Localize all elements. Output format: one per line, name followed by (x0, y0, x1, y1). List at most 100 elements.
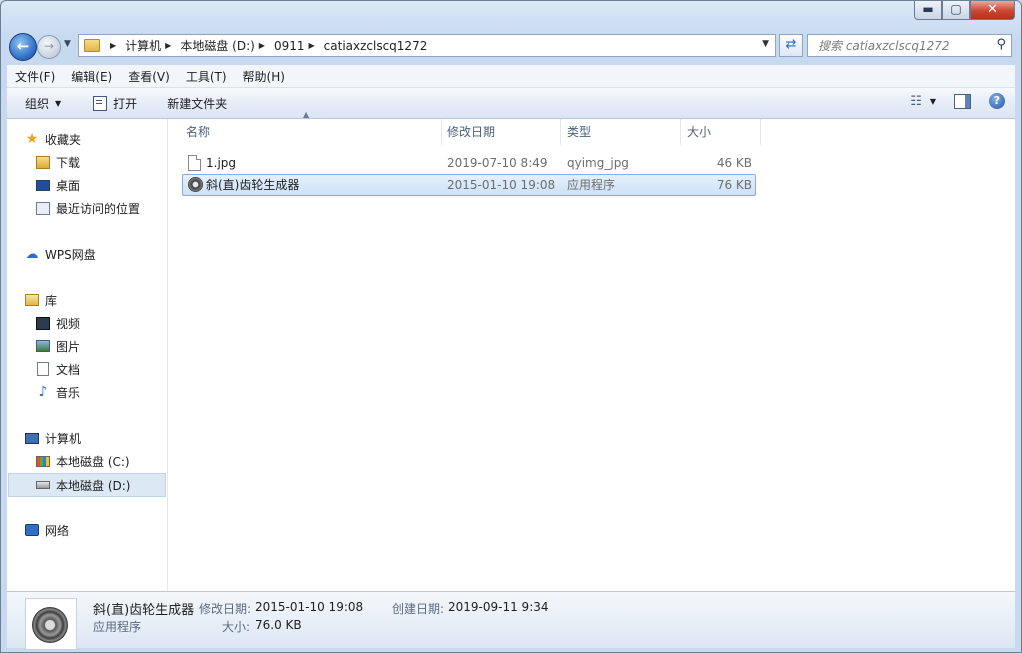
breadcrumb-item[interactable]: 本地磁盘 (D:) (180, 37, 254, 54)
sidebar-item-label: 网络 (45, 523, 70, 538)
view-options-icon[interactable]: ☷ (910, 94, 922, 109)
search-box[interactable]: ⚲ (807, 34, 1012, 57)
drive-icon (36, 479, 50, 492)
file-list: ▲ 名称 修改日期 类型 大小 1.jpg 2019-07-10 8:49 qy… (168, 110, 1015, 591)
sidebar-item-network[interactable]: 网络 (25, 519, 183, 541)
breadcrumb: ▶ 计算机 ▶ 本地磁盘 (D:) ▶ 0911 ▶ catiaxzclscq1… (106, 37, 427, 54)
gear-app-icon (188, 177, 203, 192)
file-type: 应用程序 (567, 178, 616, 192)
sidebar-item-favorites[interactable]: ★ 收藏夹 (25, 128, 183, 150)
navigation-bar: ← → ▼ ▶ 计算机 ▶ 本地磁盘 (D:) ▶ 0911 ▶ catiaxz… (1, 29, 1021, 63)
menu-file[interactable]: 文件(F) (7, 68, 63, 85)
file-row[interactable]: 1.jpg 2019-07-10 8:49 qyimg_jpg 46 KB (182, 153, 756, 173)
forward-button[interactable]: → (37, 35, 61, 59)
open-label: 打开 (113, 96, 138, 111)
chevron-down-icon[interactable]: ▼ (930, 97, 936, 106)
sidebar-item-computer[interactable]: 计算机 (25, 427, 183, 449)
video-icon (36, 316, 50, 330)
document-icon (36, 362, 50, 376)
sidebar-item-label: 最近访问的位置 (56, 201, 141, 216)
file-size: 46 KB (716, 156, 752, 170)
column-size[interactable]: 大小 (681, 119, 761, 145)
menu-edit[interactable]: 编辑(E) (63, 68, 120, 85)
sidebar-item-label: 图片 (56, 339, 81, 354)
file-size: 76 KB (716, 178, 752, 192)
address-history-dropdown-icon[interactable]: ▼ (762, 39, 769, 49)
desktop-icon (36, 179, 50, 192)
view-controls: ☷ ▼ ? (910, 93, 1005, 109)
open-button[interactable]: 打开 (71, 95, 147, 112)
help-icon[interactable]: ? (989, 93, 1005, 109)
details-file-type: 应用程序 (93, 620, 142, 634)
sidebar-item-label: 库 (45, 293, 58, 308)
preview-pane-icon[interactable] (954, 93, 971, 109)
folder-icon (84, 39, 100, 52)
minimize-button[interactable]: ▬ (914, 1, 942, 20)
refresh-button[interactable]: ⇄ (779, 34, 803, 57)
search-icon[interactable]: ⚲ (996, 37, 1006, 52)
chevron-right-icon[interactable]: ▶ (165, 41, 171, 50)
command-bar: 组织 ▼ 打开 新建文件夹 ☷ ▼ ? (7, 88, 1015, 119)
new-folder-button[interactable]: 新建文件夹 (147, 95, 237, 112)
library-icon (25, 294, 39, 307)
sidebar-item-label: 文档 (56, 362, 81, 377)
sidebar-item-label: 桌面 (56, 178, 81, 193)
column-name[interactable]: 名称 (180, 119, 442, 145)
sidebar-item-wps[interactable]: ☁ WPS网盘 (25, 243, 183, 265)
menu-tools[interactable]: 工具(T) (178, 68, 235, 85)
column-type[interactable]: 类型 (561, 119, 681, 145)
gear-icon (32, 607, 68, 643)
maximize-icon: ▢ (950, 2, 962, 16)
back-button[interactable]: ← (9, 33, 37, 61)
menu-bar: 文件(F) 编辑(E) 查看(V) 工具(T) 帮助(H) (7, 65, 1015, 88)
main-area: ★ 收藏夹 下载 桌面 最近访问的位置 ☁ WPS网盘 库 视频 图片 文档 ♪… (7, 110, 1015, 591)
search-input[interactable] (816, 35, 990, 56)
caption-buttons: ▬ ▢ ✕ (914, 1, 1015, 20)
details-size-label: 大小: (222, 620, 251, 634)
sidebar-item-label: 下载 (56, 155, 81, 170)
close-icon: ✕ (987, 2, 998, 17)
sidebar-item-label: 本地磁盘 (C:) (56, 454, 130, 469)
chevron-right-icon[interactable]: ▶ (309, 41, 315, 50)
address-bar[interactable]: ▶ 计算机 ▶ 本地磁盘 (D:) ▶ 0911 ▶ catiaxzclscq1… (78, 34, 776, 57)
breadcrumb-item[interactable]: 计算机 (125, 37, 161, 54)
file-name: 斜(直)齿轮生成器 (206, 178, 300, 192)
chevron-down-icon: ▼ (55, 98, 62, 108)
column-date-modified[interactable]: 修改日期 (441, 119, 561, 145)
breadcrumb-item[interactable]: 0911 (274, 39, 305, 53)
chevron-right-icon[interactable]: ▶ (110, 41, 116, 50)
music-icon: ♪ (38, 384, 48, 400)
file-thumbnail (25, 598, 77, 650)
explorer-window: ▬ ▢ ✕ ← → ▼ ▶ 计算机 ▶ 本地磁盘 (D:) ▶ 0911 ▶ c… (0, 0, 1022, 653)
column-header-row: ▲ 名称 修改日期 类型 大小 (168, 110, 1015, 145)
file-name: 1.jpg (206, 156, 237, 170)
sidebar-item-label: 音乐 (56, 385, 81, 400)
recent-places-icon (36, 201, 50, 215)
picture-icon (36, 340, 50, 353)
sidebar-item-libraries[interactable]: 库 (25, 289, 183, 311)
file-type: qyimg_jpg (567, 156, 629, 170)
sidebar-item-drive-d[interactable]: 本地磁盘 (D:) (8, 473, 166, 497)
breadcrumb-item[interactable]: catiaxzclscq1272 (324, 39, 428, 53)
menu-view[interactable]: 查看(V) (120, 68, 178, 85)
details-created-label: 创建日期: (392, 602, 445, 616)
download-folder-icon (36, 155, 50, 169)
windows-drive-icon (36, 455, 50, 468)
maximize-button[interactable]: ▢ (942, 1, 970, 20)
minimize-icon: ▬ (922, 2, 934, 16)
file-row-selected[interactable]: 斜(直)齿轮生成器 2015-01-10 19:08 应用程序 76 KB (182, 174, 756, 196)
details-size-value: 76.0 KB (255, 618, 302, 632)
recent-pages-dropdown-icon[interactable]: ▼ (64, 39, 71, 49)
menu-help[interactable]: 帮助(H) (235, 68, 293, 85)
close-button[interactable]: ✕ (970, 1, 1015, 20)
organize-button[interactable]: 组织 ▼ (7, 95, 71, 112)
details-created-value: 2019-09-11 9:34 (448, 600, 549, 614)
new-folder-label: 新建文件夹 (167, 96, 228, 111)
file-date: 2015-01-10 19:08 (447, 178, 556, 192)
refresh-icon: ⇄ (785, 37, 797, 52)
cloud-icon: ☁ (25, 246, 39, 262)
sidebar-item-label: 视频 (56, 316, 81, 331)
chevron-right-icon[interactable]: ▶ (259, 41, 265, 50)
star-icon: ★ (25, 131, 39, 147)
computer-icon (25, 432, 39, 445)
